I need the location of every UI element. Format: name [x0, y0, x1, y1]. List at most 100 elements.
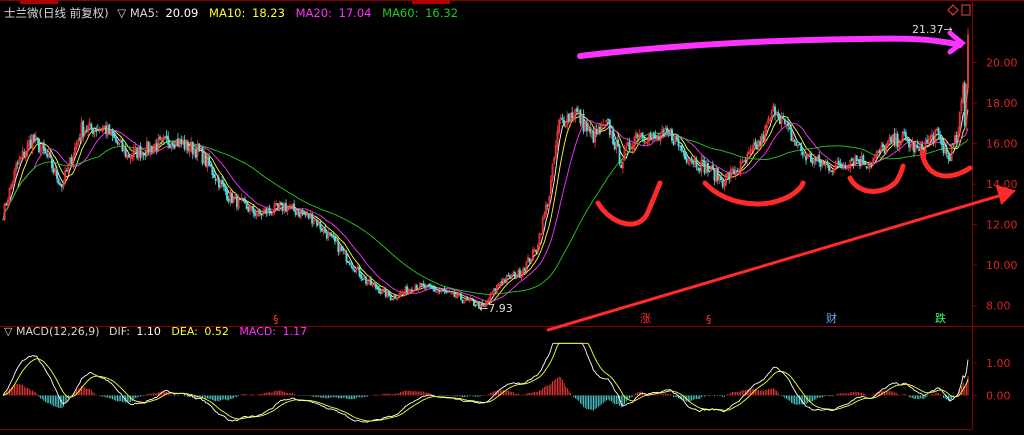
candle-body	[56, 170, 58, 179]
event-marker-finance[interactable]: 财	[826, 311, 837, 325]
candle-body	[798, 143, 801, 146]
candle-body	[831, 170, 834, 173]
candle-body	[378, 288, 381, 294]
candle-body	[44, 151, 47, 154]
macd-label: MACD:	[239, 325, 276, 338]
candle-body	[247, 206, 250, 212]
candle-body	[850, 158, 853, 161]
candle-body	[864, 163, 866, 165]
candle-body	[671, 129, 673, 141]
candle-body	[778, 116, 781, 125]
candle-body	[460, 293, 462, 300]
candle-body	[301, 211, 304, 214]
candle-body	[127, 154, 130, 158]
candle-body	[679, 145, 682, 147]
price-tick-label: 10.00	[986, 259, 1018, 272]
candle-body	[276, 203, 279, 208]
candle-body	[823, 162, 826, 165]
dea-value: 0.52	[204, 325, 229, 338]
candle-body	[862, 155, 865, 165]
candle-body	[582, 114, 585, 132]
candle-body	[617, 139, 619, 147]
ma5-value: 20.09	[165, 6, 198, 20]
candle-body	[307, 213, 310, 219]
candle-body	[777, 114, 780, 119]
candle-body	[913, 142, 915, 153]
chart-background	[0, 0, 1024, 435]
candle-body	[774, 106, 776, 115]
candle-body	[258, 209, 261, 214]
candle-body	[316, 219, 318, 226]
candle-body	[52, 168, 55, 173]
candle-body	[213, 173, 215, 178]
event-marker-limit-down[interactable]: 跌	[935, 311, 946, 325]
candle-body	[759, 140, 762, 145]
candle-body	[90, 124, 93, 129]
macd-title: MACD(12,26,9)	[16, 325, 100, 338]
candle-body	[805, 156, 808, 161]
candle-body	[585, 122, 588, 132]
candle-body	[713, 170, 716, 181]
dif-label: DIF:	[109, 325, 130, 338]
candle-body	[507, 274, 510, 277]
candle-body	[29, 139, 32, 148]
candle-body	[353, 269, 356, 272]
candle-body	[579, 109, 582, 124]
candle-body	[209, 165, 212, 167]
candle-body	[461, 299, 464, 303]
candle-body	[672, 141, 675, 145]
candle-body	[782, 116, 785, 118]
candle-body	[226, 190, 229, 200]
candle-body	[908, 140, 911, 148]
candle-body	[394, 294, 397, 299]
event-marker-limit-up[interactable]: 涨	[640, 312, 651, 325]
candle-body	[111, 129, 114, 136]
candle-body	[523, 268, 526, 271]
candle-body	[427, 284, 430, 286]
candle-body	[302, 212, 305, 215]
candle-body	[319, 221, 322, 229]
ma10-value: 18.23	[252, 6, 285, 20]
macd-tick-label: 1.00	[986, 357, 1011, 370]
candle-body	[608, 119, 611, 135]
candle-body	[800, 143, 803, 151]
candle-body	[49, 153, 52, 158]
candle-body	[695, 159, 698, 168]
candle-body	[783, 118, 786, 124]
candle-body	[433, 287, 436, 292]
stock-chart-canvas[interactable]: 20.0018.0016.0014.0012.0010.008.00 士兰微(日…	[0, 0, 1024, 435]
candle-body	[607, 118, 610, 121]
candle-body	[744, 159, 747, 162]
candle-body	[116, 141, 119, 144]
candle-body	[728, 173, 731, 179]
candle-body	[613, 141, 616, 150]
candle-body	[942, 143, 945, 153]
candle-body	[448, 290, 451, 293]
candle-body	[916, 144, 919, 148]
candle-body	[438, 289, 441, 292]
candle-body	[852, 162, 855, 164]
candle-body	[142, 153, 145, 156]
candle-body	[592, 131, 595, 143]
candle-body	[180, 139, 183, 144]
candle-body	[675, 136, 678, 141]
candle-body	[504, 279, 507, 282]
stock-name: 士兰微(日线 前复权)	[4, 6, 109, 20]
candle-body	[952, 143, 955, 145]
candle-body	[221, 180, 224, 185]
candle-body	[320, 228, 323, 232]
candle-body	[168, 144, 171, 149]
candle-body	[376, 287, 379, 290]
candle-body	[46, 153, 49, 157]
price-tick-label: 20.00	[986, 57, 1018, 70]
high-price-label: 21.37→	[912, 23, 953, 36]
candle-body	[345, 252, 348, 262]
candle-body	[680, 144, 683, 151]
event-marker-dividend-2[interactable]: §	[706, 313, 712, 326]
candle-body	[430, 285, 433, 289]
candle-body	[839, 163, 842, 168]
svg-text:▽ MACD(12,26,9) DIF:: ▽ MACD(12,26,9) DIF: 1.10 DEA: 0.52 MACD…	[4, 325, 307, 338]
candle-body	[445, 291, 448, 294]
candle-body	[350, 265, 353, 268]
candle-body	[5, 203, 8, 206]
